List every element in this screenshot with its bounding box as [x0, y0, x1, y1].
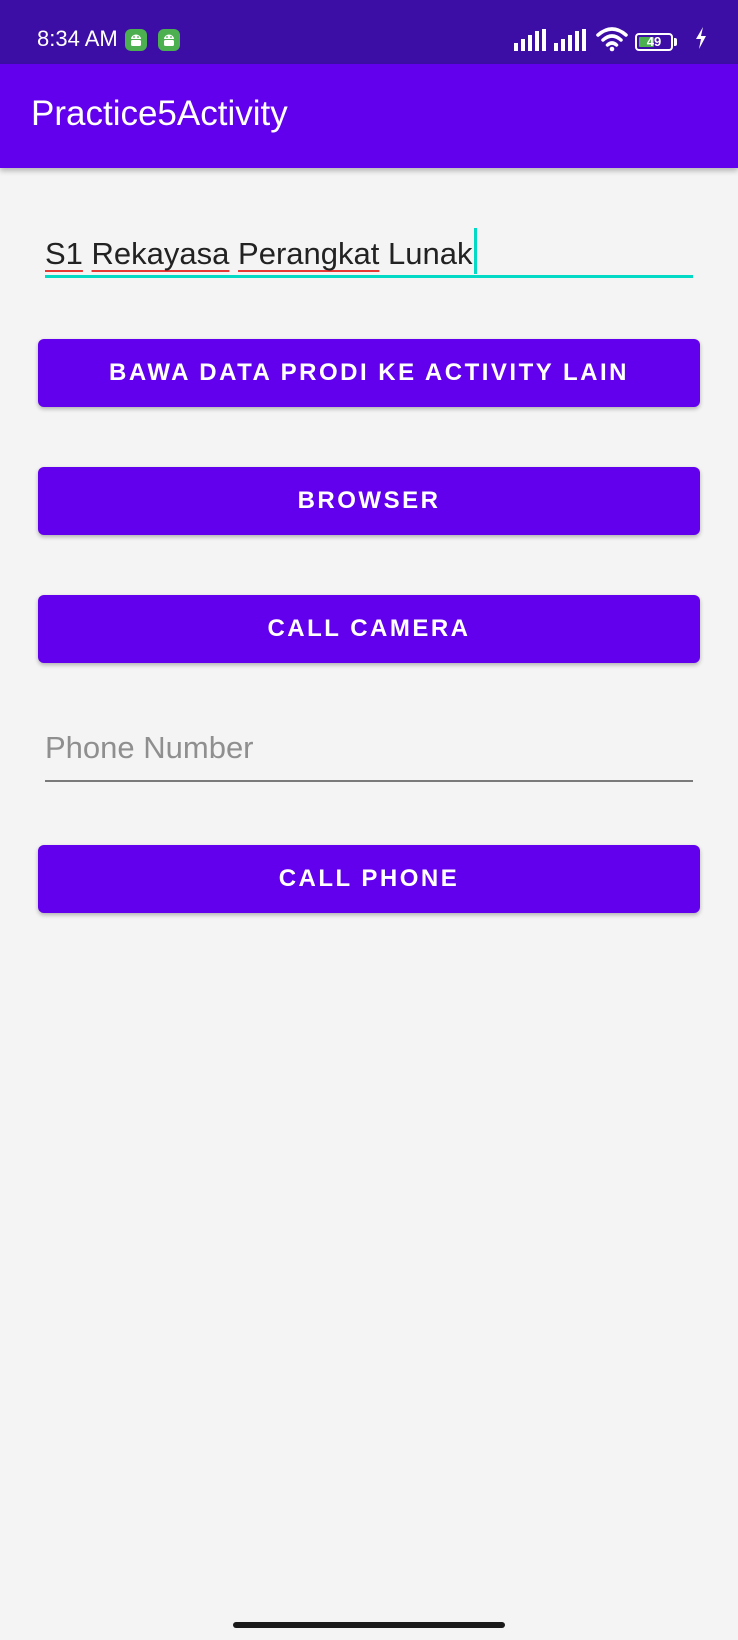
- phone-number-input[interactable]: Phone Number: [45, 720, 693, 782]
- android-icon: [158, 29, 180, 51]
- status-icons: 49: [514, 24, 724, 54]
- home-indicator[interactable]: [233, 1622, 505, 1628]
- prodi-input-value[interactable]: S1 Rekayasa Perangkat Lunak: [45, 228, 478, 274]
- battery-nub: [674, 38, 677, 46]
- signal-icon: [514, 29, 546, 51]
- android-icon: [125, 29, 147, 51]
- phone-number-placeholder: Phone Number: [45, 730, 254, 765]
- browser-button[interactable]: BROWSER: [38, 467, 700, 535]
- prodi-word: Lunak: [387, 236, 473, 271]
- app-title: Practice5Activity: [31, 94, 288, 133]
- status-time: 8:34 AM: [37, 26, 118, 51]
- prodi-input[interactable]: S1 Rekayasa Perangkat Lunak: [45, 218, 693, 278]
- prodi-input-underline: [45, 275, 693, 278]
- status-bar: 8:34 AM 49: [0, 0, 738, 64]
- phone-number-underline: [45, 780, 693, 782]
- text-cursor: [474, 228, 478, 274]
- wifi-icon: [596, 27, 628, 52]
- signal-icon: [554, 29, 586, 51]
- prodi-word: Rekayasa: [91, 236, 230, 271]
- battery-level-text: 49: [646, 34, 662, 49]
- prodi-word: S1: [45, 236, 83, 271]
- call-phone-button[interactable]: CALL PHONE: [38, 845, 700, 913]
- screen: 8:34 AM 49 Practice5Activity S1 Rekayasa…: [0, 0, 738, 1640]
- charging-icon: [696, 27, 706, 49]
- battery-icon: 49: [635, 33, 673, 51]
- send-prodi-button[interactable]: BAWA DATA PRODI KE ACTIVITY LAIN: [38, 339, 700, 407]
- app-bar: Practice5Activity: [0, 64, 738, 168]
- call-camera-button[interactable]: CALL CAMERA: [38, 595, 700, 663]
- prodi-word: Perangkat: [238, 236, 380, 271]
